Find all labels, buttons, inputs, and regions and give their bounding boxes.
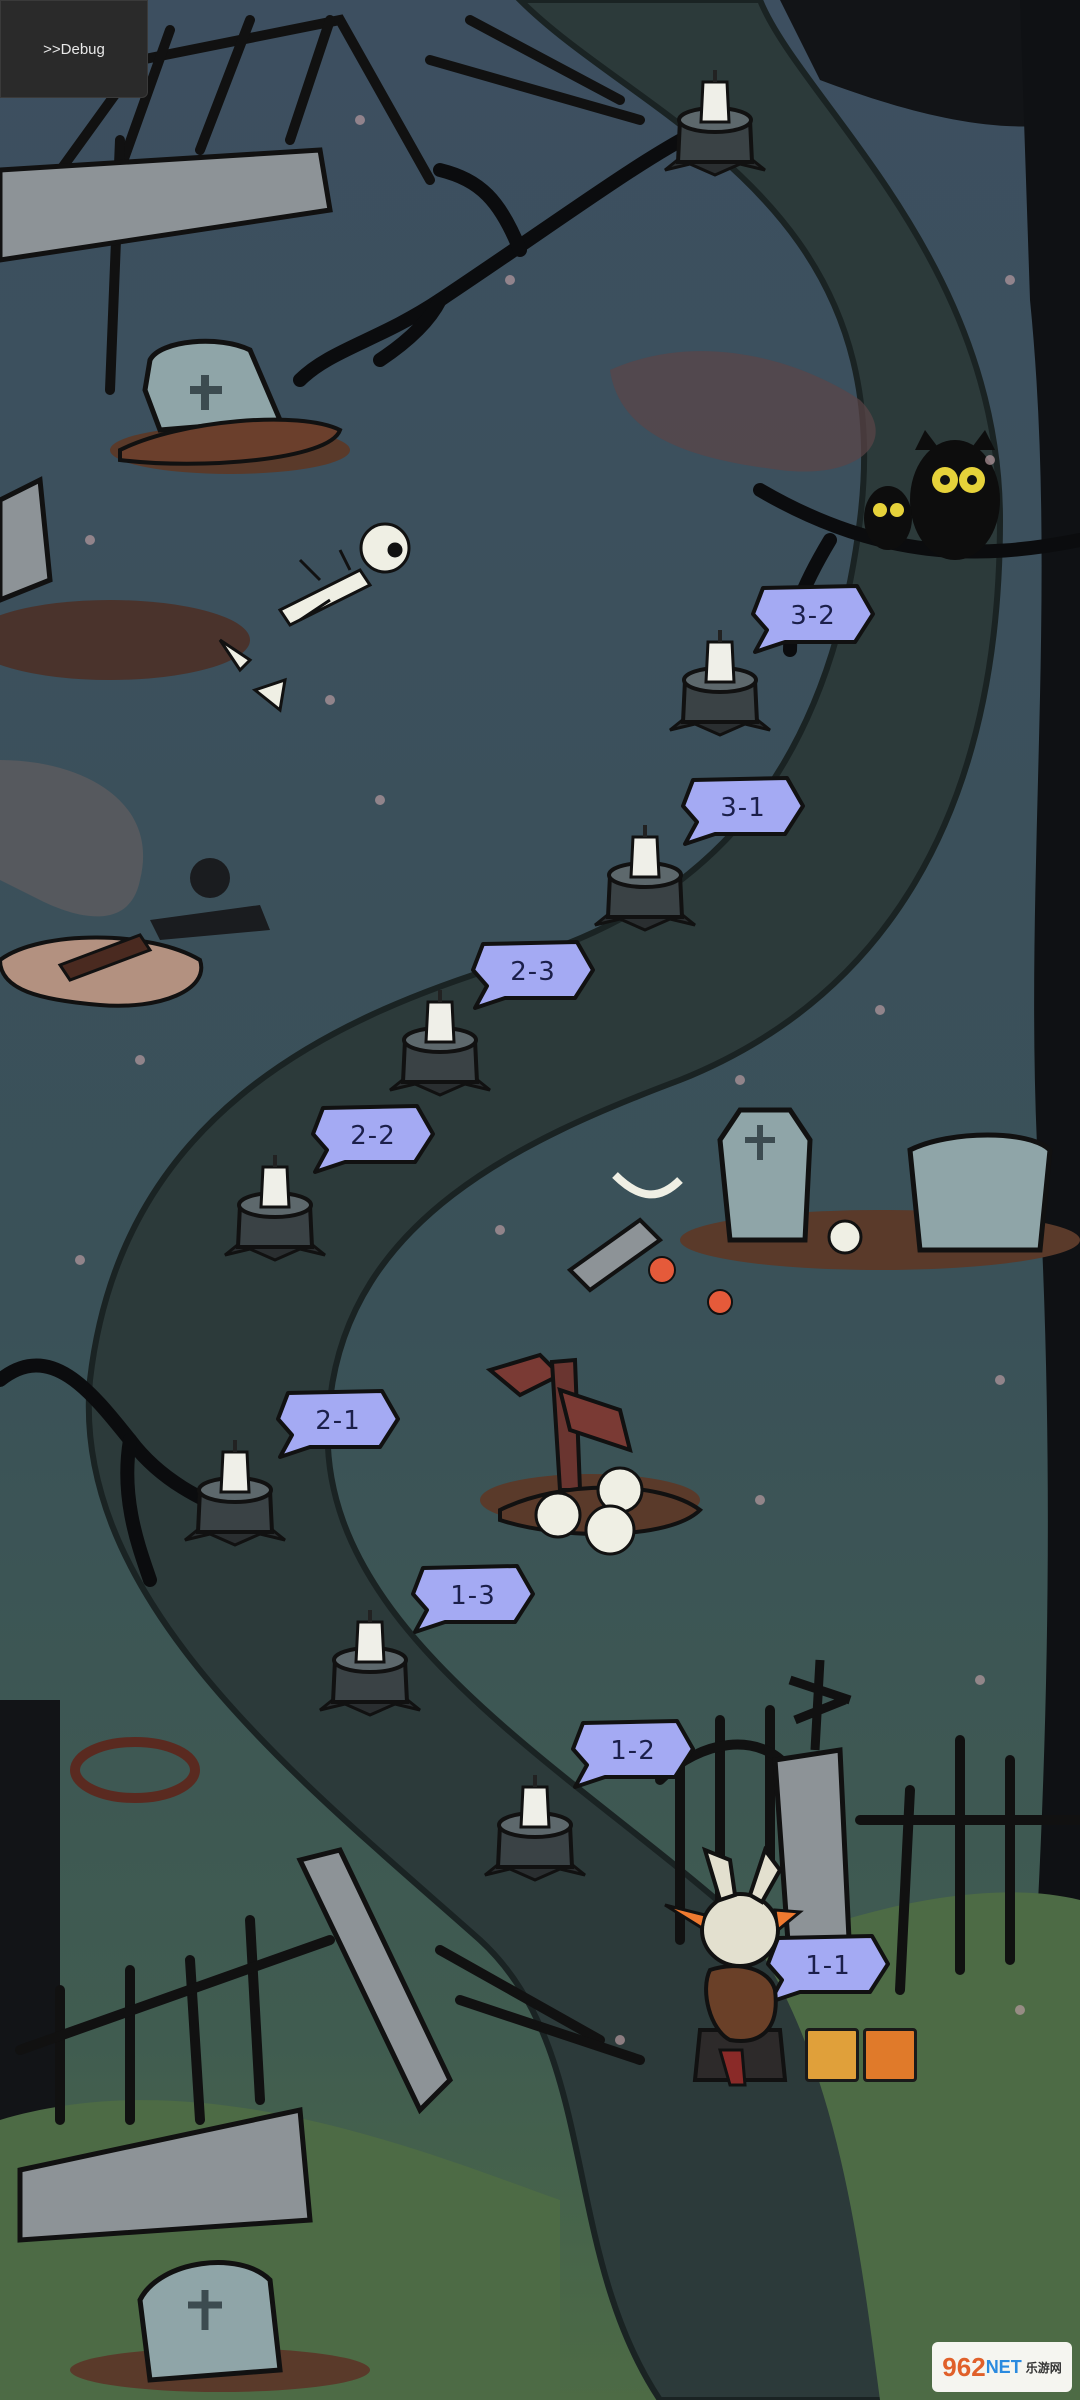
item-slot-1-icon[interactable]: [805, 2028, 859, 2082]
level-label: 1-3: [450, 1581, 496, 1611]
level-label: 3-2: [790, 601, 836, 631]
debug-button[interactable]: >>Debug: [0, 0, 148, 98]
level-1-3-button[interactable]: 1-3: [405, 1560, 535, 1634]
level-1-2-button[interactable]: 1-2: [565, 1715, 695, 1789]
watermark-brand: 962: [942, 2351, 986, 2382]
candle-icon: [664, 70, 766, 177]
watermark-sub: 乐游网: [1025, 2360, 1062, 2375]
level-2-1-button[interactable]: 2-1: [270, 1385, 400, 1459]
site-watermark-logo: 962 NET 乐游网: [932, 2342, 1072, 2392]
level-3-2-button[interactable]: 3-2: [745, 580, 875, 654]
level-label: 1-2: [610, 1736, 656, 1766]
level-label: 3-1: [720, 793, 766, 823]
level-label: 2-1: [315, 1406, 361, 1436]
level-2-2-button[interactable]: 2-2: [305, 1100, 435, 1174]
watermark-suffix: NET: [985, 2356, 1022, 2377]
candle-stump-top: [655, 60, 775, 180]
graveyard-map-background: [0, 0, 1080, 2400]
level-label: 2-3: [510, 957, 556, 987]
player-character: [664, 1845, 804, 2087]
item-slot-2-icon[interactable]: [863, 2028, 917, 2082]
level-label: 2-2: [350, 1121, 396, 1151]
level-3-1-button[interactable]: 3-1: [675, 772, 805, 846]
level-2-3-button[interactable]: 2-3: [465, 936, 595, 1010]
